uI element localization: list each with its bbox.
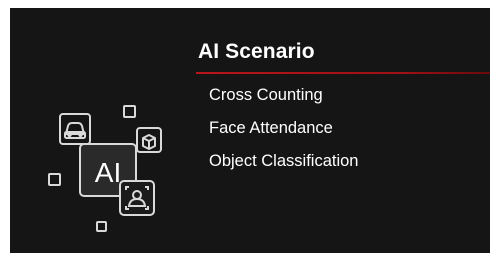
menu-title: AI Scenario [198, 40, 315, 63]
menu-item-cross-counting[interactable]: Cross Counting [209, 84, 358, 117]
title-divider [196, 72, 490, 74]
deco-square-icon [123, 105, 136, 118]
ai-illustration: AI [44, 98, 174, 233]
svg-text:AI: AI [95, 157, 121, 188]
menu-item-face-attendance[interactable]: Face Attendance [209, 117, 358, 150]
face-recognition-icon [119, 180, 155, 216]
deco-square-icon [96, 221, 107, 232]
scenario-menu: Cross Counting Face Attendance Object Cl… [209, 84, 358, 183]
deco-square-icon [48, 173, 61, 186]
car-icon [59, 113, 91, 145]
menu-item-object-classification[interactable]: Object Classification [209, 150, 358, 183]
package-icon [136, 127, 162, 153]
